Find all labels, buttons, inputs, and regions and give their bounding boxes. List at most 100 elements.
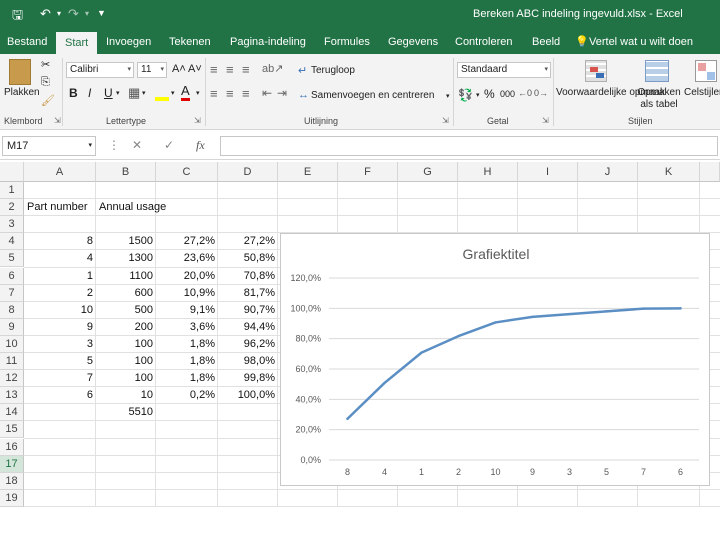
- row-header-8[interactable]: 8: [0, 301, 24, 319]
- percent-button[interactable]: %: [484, 87, 495, 101]
- cell-d4[interactable]: 27,2%: [221, 233, 275, 250]
- tab-insert[interactable]: Invoegen: [106, 30, 151, 54]
- tab-home[interactable]: Start: [56, 32, 98, 54]
- row-header-18[interactable]: 18: [0, 472, 24, 490]
- redo-icon[interactable]: ↷: [68, 6, 79, 22]
- font-color-dropdown-icon[interactable]: ▾: [196, 89, 200, 97]
- cell-c11[interactable]: 1,8%: [159, 353, 215, 370]
- cut-icon[interactable]: ✂: [41, 58, 50, 71]
- font-launcher-icon[interactable]: ⇲: [194, 116, 201, 125]
- column-header-c[interactable]: C: [156, 162, 218, 182]
- format-painter-icon[interactable]: 🖌: [41, 94, 55, 107]
- cell-c5[interactable]: 23,6%: [159, 250, 215, 267]
- align-center-icon[interactable]: ≡: [226, 86, 234, 101]
- alignment-launcher-icon[interactable]: ⇲: [442, 116, 449, 125]
- increase-indent-icon[interactable]: ⇥: [277, 86, 287, 100]
- grow-font-icon[interactable]: A˄: [172, 63, 186, 75]
- column-header-k[interactable]: K: [638, 162, 700, 182]
- column-header-f[interactable]: F: [338, 162, 398, 182]
- align-left-icon[interactable]: ≡: [210, 86, 218, 101]
- cell-b13[interactable]: 10: [99, 387, 153, 404]
- select-all-corner[interactable]: [0, 162, 24, 182]
- currency-icon[interactable]: 💱: [458, 88, 473, 102]
- shrink-font-icon[interactable]: A˅: [188, 63, 202, 75]
- confirm-icon[interactable]: ✓: [164, 138, 174, 152]
- cell-styles-icon[interactable]: [695, 60, 717, 82]
- name-box[interactable]: M17 ▾: [2, 136, 96, 156]
- tab-data[interactable]: Gegevens: [388, 30, 438, 54]
- format-as-table-icon[interactable]: [645, 60, 669, 82]
- align-middle-icon[interactable]: ≡: [226, 62, 234, 77]
- row-header-4[interactable]: 4: [0, 233, 24, 251]
- row-header-5[interactable]: 5: [0, 250, 24, 268]
- cell-c12[interactable]: 1,8%: [159, 370, 215, 387]
- number-format-select[interactable]: Standaard ▾: [457, 62, 551, 78]
- thousands-button[interactable]: 000: [500, 89, 515, 99]
- font-size-select[interactable]: 11 ▾: [137, 62, 167, 78]
- paste-button[interactable]: Plakken: [4, 87, 40, 98]
- tab-page-layout[interactable]: Pagina-indeling: [230, 30, 306, 54]
- cell-d6[interactable]: 70,8%: [221, 268, 275, 285]
- align-right-icon[interactable]: ≡: [242, 86, 250, 101]
- fill-color-dropdown-icon[interactable]: ▾: [171, 89, 175, 97]
- cell-d9[interactable]: 94,4%: [221, 319, 275, 336]
- cell-styles-button[interactable]: Celstijlen: [684, 87, 720, 98]
- decrease-indent-icon[interactable]: ⇤: [262, 86, 272, 100]
- align-bottom-icon[interactable]: ≡: [242, 62, 250, 77]
- bold-button[interactable]: B: [69, 86, 78, 100]
- row-header-7[interactable]: 7: [0, 284, 24, 302]
- cell-b10[interactable]: 100: [99, 336, 153, 353]
- conditional-formatting-icon[interactable]: [585, 60, 607, 82]
- row-header-16[interactable]: 16: [0, 438, 24, 456]
- underline-button[interactable]: U: [104, 86, 113, 100]
- cell-a11[interactable]: 5: [27, 353, 93, 370]
- wrap-text-button[interactable]: Terugloop: [311, 65, 355, 76]
- cell-c13[interactable]: 0,2%: [159, 387, 215, 404]
- font-color-icon[interactable]: A: [181, 84, 190, 101]
- cell-d11[interactable]: 98,0%: [221, 353, 275, 370]
- cell-d7[interactable]: 81,7%: [221, 285, 275, 302]
- cell-d5[interactable]: 50,8%: [221, 250, 275, 267]
- copy-icon[interactable]: ⎘: [41, 76, 50, 89]
- cell-c9[interactable]: 3,6%: [159, 319, 215, 336]
- cell-b5[interactable]: 1300: [99, 250, 153, 267]
- cell-a8[interactable]: 10: [27, 302, 93, 319]
- row-header-10[interactable]: 10: [0, 335, 24, 353]
- align-top-icon[interactable]: ≡: [210, 62, 218, 77]
- cell-c7[interactable]: 10,9%: [159, 285, 215, 302]
- underline-dropdown-icon[interactable]: ▾: [116, 89, 120, 97]
- cell-b7[interactable]: 600: [99, 285, 153, 302]
- row-header-6[interactable]: 6: [0, 267, 24, 285]
- cell-c6[interactable]: 20,0%: [159, 268, 215, 285]
- merge-dropdown-icon[interactable]: ▾: [446, 92, 450, 100]
- save-icon[interactable]: 🖫: [12, 6, 23, 28]
- cell-c8[interactable]: 9,1%: [159, 302, 215, 319]
- row-header-3[interactable]: 3: [0, 216, 24, 234]
- column-header-e[interactable]: E: [278, 162, 338, 182]
- format-as-table-button[interactable]: Opmaken als tabel: [632, 87, 686, 111]
- paste-icon[interactable]: [9, 59, 31, 85]
- cell-a9[interactable]: 9: [27, 319, 93, 336]
- column-header-j[interactable]: J: [578, 162, 638, 182]
- undo-dropdown-icon[interactable]: ▾: [57, 9, 61, 18]
- row-header-19[interactable]: 19: [0, 489, 24, 507]
- cell-d8[interactable]: 90,7%: [221, 302, 275, 319]
- tab-formulas[interactable]: Formules: [324, 30, 370, 54]
- tell-me-search[interactable]: Vertel wat u wilt doen: [589, 30, 693, 54]
- cell-b4[interactable]: 1500: [99, 233, 153, 250]
- cell-b14[interactable]: 5510: [99, 404, 153, 421]
- redo-dropdown-icon[interactable]: ▾: [85, 9, 89, 18]
- column-header-b[interactable]: B: [96, 162, 156, 182]
- cell-b6[interactable]: 1100: [99, 268, 153, 285]
- tab-draw[interactable]: Tekenen: [169, 30, 211, 54]
- tab-view[interactable]: Beeld: [532, 30, 560, 54]
- cell-b2[interactable]: Annual usage: [99, 199, 209, 216]
- cell-a5[interactable]: 4: [27, 250, 93, 267]
- undo-icon[interactable]: ↶: [40, 6, 51, 22]
- insert-function-icon[interactable]: fx: [196, 138, 205, 153]
- merge-center-button[interactable]: Samenvoegen en centreren: [311, 90, 434, 101]
- merge-center-icon[interactable]: ↔: [298, 89, 309, 101]
- cell-b11[interactable]: 100: [99, 353, 153, 370]
- cell-a4[interactable]: 8: [27, 233, 93, 250]
- number-launcher-icon[interactable]: ⇲: [542, 116, 549, 125]
